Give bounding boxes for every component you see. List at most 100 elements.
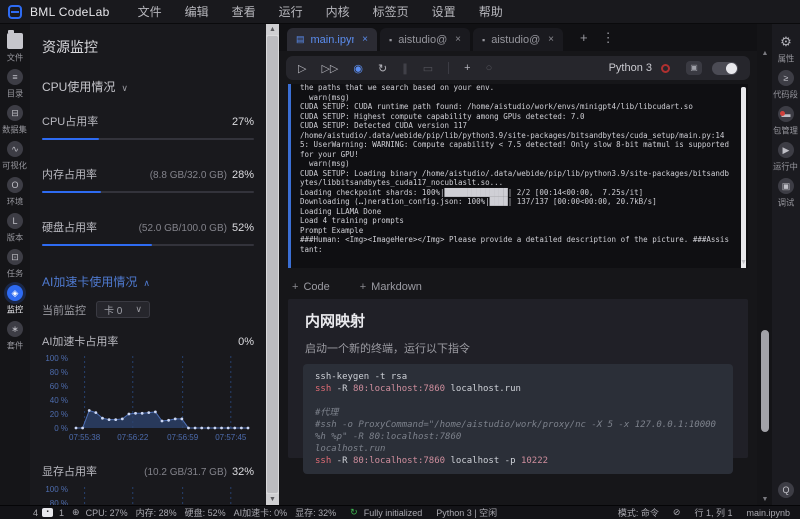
editor-mode[interactable]: 模式: 命令 [618,506,659,519]
markdown-subtitle: 启动一个新的终端，运行以下指令 [305,343,470,355]
progress-bar [42,244,254,246]
shortcut-button[interactable]: ▣ [686,61,702,75]
chevron-down-icon: ∨ [121,83,128,93]
sidebar-item-label: 包管理 [773,126,799,136]
menu-item-运行[interactable]: 运行 [279,3,303,20]
new-tab-button[interactable]: + [580,30,588,45]
sidebar-item-调试[interactable]: ▣ 调试 [777,178,795,209]
debug-icon: ▣ [777,178,794,194]
sidebar-item-数据集[interactable]: ⊟ 数据集 [1,105,28,136]
kernel-state-icon[interactable]: ○ [486,62,493,74]
code-line: ssh-keygen -t rsa [315,372,408,382]
pause-icon[interactable]: ∥ [402,62,408,75]
menu-item-编辑[interactable]: 编辑 [185,3,209,20]
status-显存: 显存: 32% [295,508,337,518]
interrupt-kernel-icon[interactable]: ◉ [353,62,363,75]
menu-item-内核[interactable]: 内核 [326,3,350,20]
bml-codelab-window: BML CodeLab 文件 编辑 查看 运行 内核 标签页 设置 帮助 文件 ≡ 目录 ⊟ 数据集 ∿… [0,0,800,519]
left-activity-rail: 文件 ≡ 目录 ⊟ 数据集 ∿ 可视化 O 环境 L 版本 ⊡ 任务 ◈ 监控 ∗ 套件 [0,24,30,505]
scroll-down-icon[interactable]: ▼ [266,494,279,505]
packages-icon: ▬ [777,106,794,122]
sidebar-item-任务[interactable]: ⊡ 任务 [6,249,24,280]
svg-text:100 %: 100 % [45,354,68,363]
scroll-down-icon[interactable]: ▼ [759,496,771,503]
save-icon[interactable]: ▭ [423,62,433,75]
panel-scrollbar-thumb[interactable] [267,36,278,493]
menu-item-设置[interactable]: 设置 [432,3,456,20]
scroll-up-icon[interactable]: ▲ [759,50,771,57]
metric-内存占用率: 内存占用率 (8.8 GB/32.0 GB) 28% [42,166,254,193]
tab-main.ipynb[interactable]: ▤ main.ipynb × [287,28,377,51]
sidebar-item-目录[interactable]: ≡ 目录 [6,69,24,100]
restart-kernel-icon[interactable]: ↻ [378,62,387,75]
kernel-count[interactable]: 1 [59,508,64,518]
terminal-icon: ▪ [389,34,393,45]
tab-aistudio@j...[interactable]: ▪ aistudio@j... × [380,28,470,51]
sidebar-item-label: 版本 [6,233,24,243]
output-cell[interactable]: the paths that we search based on your e… [288,84,748,268]
ai-section-header[interactable]: AI加速卡使用情况 ∧ [42,273,254,290]
sidebar-item-属性[interactable]: ⚙ 属性 [777,34,795,65]
add-cell-icon[interactable]: + [464,62,470,74]
run-cell-icon[interactable]: ▷ [298,62,306,75]
output-line: ###Human: <Img><ImageHere></Img> Please … [300,235,729,244]
notifications-off-icon[interactable]: ⊘ [673,507,681,518]
output-scrollbar-thumb[interactable] [741,87,746,268]
output-line: /home/aistudio/.data/webide/pip/lib/pyth… [300,130,725,140]
svg-text:07:56:59: 07:56:59 [167,433,199,442]
close-icon[interactable]: × [455,34,461,45]
cpu-section-header[interactable]: CPU使用情况 ∨ [42,78,254,95]
notebook-scrollbar-thumb[interactable] [761,330,769,432]
sidebar-item-环境[interactable]: O 环境 [6,177,24,208]
terminal-count[interactable]: 4 [33,508,38,518]
card-select[interactable]: 卡 0 ∨ [96,301,150,318]
sidebar-item-label: 目录 [6,89,24,99]
kernel-name[interactable]: Python 3 [609,62,652,74]
sidebar-item-代码段[interactable]: ≥ 代码段 [772,70,799,101]
ai-usage-chart: 100 % 80 % 60 % 40 % 20 % 0 % 07:55:38 07:56:22… [42,353,258,448]
sidebar-item-版本[interactable]: L 版本 [6,213,24,244]
close-icon[interactable]: × [548,34,554,45]
notebook-scrollbar[interactable]: ▲ ▼ [759,50,771,503]
kernel-status[interactable]: Python 3 | 空闲 [436,506,497,519]
sidebar-item-套件[interactable]: ∗ 套件 [6,321,24,352]
terminal-badge-icon[interactable]: ▪ [42,508,54,517]
search-icon[interactable]: Q [778,482,794,498]
sidebar-item-包管理[interactable]: ▬ 包管理 [772,106,799,137]
output-line: Downloading (…)neration_config.json: 100… [300,197,657,206]
metric-硬盘占用率: 硬盘占用率 (52.0 GB/100.0 GB) 52% [42,219,254,246]
close-icon[interactable]: × [362,34,368,45]
tab-aistudio@j...[interactable]: ▪ aistudio@j... × [473,28,563,51]
run-all-icon[interactable]: ▷▷ [321,62,338,75]
status-metrics: CPU: 27% 内存: 28% 硬盘: 52% AI加速卡: 0% 显存: 32% [86,506,345,519]
sidebar-item-可视化[interactable]: ∿ 可视化 [1,141,28,172]
menu-item-文件[interactable]: 文件 [138,3,162,20]
sidebar-item-文件[interactable]: 文件 [6,30,24,64]
markdown-cell[interactable]: 内网映射 启动一个新的终端，运行以下指令 ssh-keygen -t rsa ss… [288,299,748,474]
notebook-toolbar: ▷ ▷▷ ◉ ↻ ∥ ▭ + ○ Python 3 ▣ [286,56,750,80]
output-scroll-down-icon[interactable]: ▼ [740,259,747,266]
status-硬盘: 硬盘: 52% [184,508,226,518]
panel-scrollbar[interactable]: ▲ ▼ [266,24,279,505]
svg-text:07:57:45: 07:57:45 [215,433,247,442]
menu-item-标签页[interactable]: 标签页 [373,3,409,20]
terminal-output: the paths that we search based on your e… [291,84,748,254]
brand-name: BML CodeLab [30,4,110,19]
sidebar-item-监控[interactable]: ◈ 监控 [6,285,24,316]
svg-text:100 %: 100 % [45,485,68,494]
toolbar-toggle[interactable] [712,61,738,75]
menu-item-查看[interactable]: 查看 [232,3,256,20]
cursor-position[interactable]: 行 1, 列 1 [694,506,732,519]
menu-item-帮助[interactable]: 帮助 [479,3,503,20]
tab-menu-button[interactable]: ⋮ [602,30,615,46]
add-markdown-cell-button[interactable]: + Markdown [360,281,422,293]
sidebar-item-运行中[interactable]: ▶ 运行中 [772,142,799,173]
output-line: Loading checkpoint shards: 100%|████████… [300,187,644,197]
output-line: CUDA SETUP: Highest compute capability a… [300,111,585,121]
kernel-sessions-icon[interactable]: ⊕ [72,507,80,518]
init-status: Fully initialized [363,507,423,518]
scroll-up-icon[interactable]: ▲ [266,24,279,35]
code-line: #ssh -o ProxyCommand="/home/aistudio/wor… [315,420,716,442]
progress-bar-fill [42,191,102,193]
add-code-cell-button[interactable]: + Code [292,281,330,293]
